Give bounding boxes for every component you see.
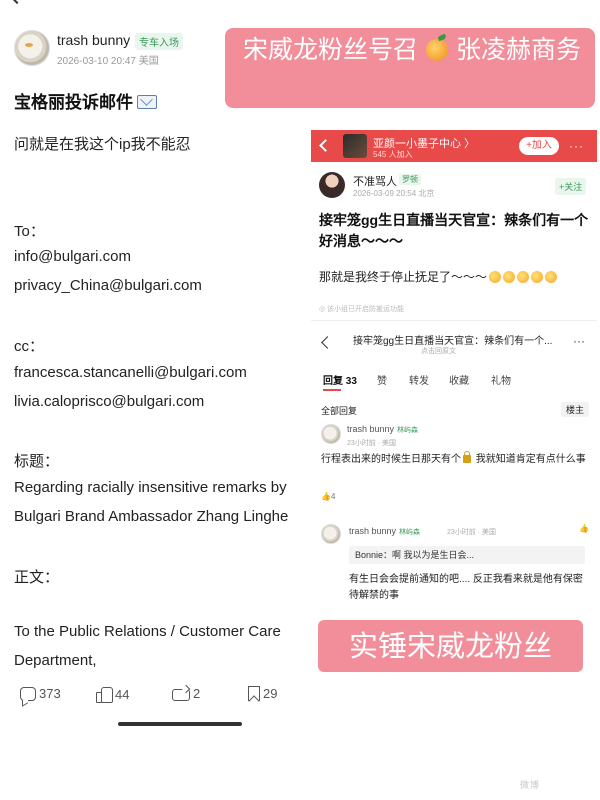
bookmark-icon bbox=[248, 686, 260, 701]
body-line: 问就是在我这个ip我不能忍 bbox=[14, 136, 191, 153]
bookmark-button[interactable]: 29 bbox=[248, 686, 277, 701]
post-title: 宝格丽投诉邮件 bbox=[14, 88, 157, 113]
anti-repost-note: ◎ 该小组已开启防搬运功能 bbox=[319, 306, 405, 313]
post-body: 那就是我终于停止抚足了～～～ bbox=[319, 268, 558, 285]
caption-stamp: 实锤宋威龙粉丝 bbox=[318, 620, 583, 672]
post-body-text: 那就是我终于停止抚足了～～～ bbox=[319, 270, 488, 284]
banner-text-b: 张凌赫商务 bbox=[455, 35, 581, 64]
emoji-icon bbox=[503, 271, 516, 283]
post-title-text: 宝格丽投诉邮件 bbox=[14, 93, 133, 112]
comment-author-tag: 林屿森 bbox=[399, 529, 421, 536]
comment-like-count: 4 bbox=[330, 492, 336, 501]
more-icon[interactable]: ··· bbox=[569, 139, 584, 153]
body-line: Department, bbox=[14, 652, 97, 669]
post-meta: 2026-03-10 20:47 美国 bbox=[57, 56, 159, 67]
avatar[interactable] bbox=[14, 30, 50, 66]
post-meta: 2026-03-09 20:54 北京 bbox=[353, 189, 435, 198]
caption-banner: 宋威龙粉丝号召 张凌赫商务 bbox=[225, 28, 595, 108]
comment-meta: 23小时前 · 美国 bbox=[447, 529, 497, 536]
follow-button[interactable]: +关注 bbox=[555, 178, 587, 195]
envelope-icon bbox=[137, 95, 157, 109]
tab-replies[interactable]: 回复 33 bbox=[323, 372, 357, 387]
thread-source-link[interactable]: 点击回原文 bbox=[421, 346, 456, 356]
post-title: 接牢笼gg生日直播当天官宣：辣条们有一个好消息～～～ bbox=[319, 212, 589, 249]
comment-icon bbox=[20, 686, 36, 701]
comment-author[interactable]: trash bunny 林屿森 bbox=[349, 526, 420, 537]
email-link[interactable]: privacy_China@bulgari.com bbox=[14, 277, 202, 294]
home-indicator bbox=[118, 722, 242, 726]
comment-text: 行程表出来的时候生日那天有个 我就知道肯定有点什么事 bbox=[321, 451, 591, 468]
emoji-icon bbox=[545, 271, 558, 283]
group-members: 545 人加入 bbox=[373, 150, 413, 159]
body-line: 正文： bbox=[14, 569, 60, 586]
thumbs-up-icon bbox=[96, 686, 113, 703]
body-line: To： bbox=[14, 223, 45, 240]
email-link[interactable]: francesca.stancanelli@bulgari.com bbox=[14, 364, 247, 381]
peach-icon bbox=[426, 39, 448, 61]
comment-text-a: 行程表出来的时候生日那天有个 bbox=[321, 454, 461, 465]
user-tag: 专车入场 bbox=[135, 33, 183, 50]
lock-icon bbox=[463, 451, 471, 463]
all-replies-label: 全部回复 bbox=[321, 406, 358, 416]
watermark: 微博 bbox=[520, 780, 541, 790]
comment-button[interactable]: 373 bbox=[20, 686, 61, 701]
comment-text-b: 我就知道肯定有点什么事 bbox=[473, 454, 586, 465]
body-line: 标题： bbox=[14, 453, 60, 470]
group-header: 亚颜一小墨子中心 〉 545 人加入 +加入 ··· bbox=[311, 130, 597, 162]
tab-favorites[interactable]: 收藏 bbox=[449, 372, 469, 387]
emoji-icon bbox=[489, 271, 502, 283]
author-tag: 罗顿 bbox=[399, 174, 421, 185]
back-icon[interactable] bbox=[9, 0, 25, 5]
banner-text-a: 宋威龙粉丝号召 bbox=[243, 35, 419, 64]
avatar[interactable] bbox=[321, 424, 341, 444]
body-line: To the Public Relations / Customer Care bbox=[14, 623, 281, 640]
comment-like-button[interactable]: 👍4 bbox=[321, 492, 335, 501]
group-avatar[interactable] bbox=[343, 134, 367, 158]
body-line: cc： bbox=[14, 338, 45, 355]
repost-button[interactable]: 2 bbox=[172, 686, 200, 701]
body-line: Bulgari Brand Ambassador Zhang Linghe bbox=[14, 508, 289, 525]
comment-author-name: trash bunny bbox=[349, 526, 397, 536]
comment-like-button[interactable]: 👍 bbox=[579, 524, 589, 533]
comment-text: 有生日会会提前通知的吧.... 反正我看来就是他有保密待解禁的事 bbox=[349, 574, 583, 601]
username[interactable]: trash bunny bbox=[57, 32, 130, 48]
embedded-screenshot: 亚颜一小墨子中心 〉 545 人加入 +加入 ··· 不准骂人 罗顿 2026-… bbox=[311, 130, 597, 670]
avatar[interactable] bbox=[319, 172, 345, 198]
email-link[interactable]: info@bulgari.com bbox=[14, 248, 131, 265]
op-filter-button[interactable]: 楼主 bbox=[561, 402, 590, 417]
active-tab-indicator bbox=[323, 389, 341, 391]
like-button[interactable]: 44 bbox=[96, 686, 130, 703]
body-line: Regarding racially insensitive remarks b… bbox=[14, 479, 287, 496]
join-button[interactable]: +加入 bbox=[519, 137, 559, 155]
back-icon[interactable] bbox=[319, 139, 332, 152]
avatar[interactable] bbox=[321, 524, 341, 544]
post-panel: trash bunny 专车入场 2026-03-10 20:47 美国 宝格丽… bbox=[0, 0, 310, 800]
tab-likes[interactable]: 赞 bbox=[377, 372, 387, 387]
quoted-reply: Bonnie：啊 我以为是生日会... bbox=[349, 546, 585, 564]
emoji-icon bbox=[517, 271, 530, 283]
comment-author-tag: 林屿森 bbox=[397, 427, 419, 434]
back-icon[interactable] bbox=[321, 336, 334, 349]
email-link[interactable]: livia.caloprisco@bulgari.com bbox=[14, 393, 204, 410]
tab-gifts[interactable]: 礼物 bbox=[491, 372, 511, 387]
bookmark-count: 29 bbox=[263, 686, 278, 701]
comment-author-name: trash bunny bbox=[347, 424, 395, 434]
more-icon[interactable]: ··· bbox=[573, 334, 585, 348]
emoji-icon bbox=[531, 271, 544, 283]
repost-count: 2 bbox=[193, 686, 201, 701]
comment-meta: 23小时前 · 美国 bbox=[347, 440, 397, 447]
comment-count: 373 bbox=[39, 686, 61, 701]
tab-reposts[interactable]: 转发 bbox=[409, 372, 429, 387]
comment-author[interactable]: trash bunny 林屿森 bbox=[347, 424, 418, 435]
thread-title: 接牢笼gg生日直播当天官宣：辣条们有一个... bbox=[353, 336, 553, 347]
like-count: 44 bbox=[115, 686, 130, 702]
author-name[interactable]: 不准骂人 bbox=[353, 173, 397, 189]
divider bbox=[311, 320, 597, 321]
action-bar: 373 44 2 29 bbox=[0, 676, 310, 712]
repost-icon bbox=[172, 687, 190, 701]
